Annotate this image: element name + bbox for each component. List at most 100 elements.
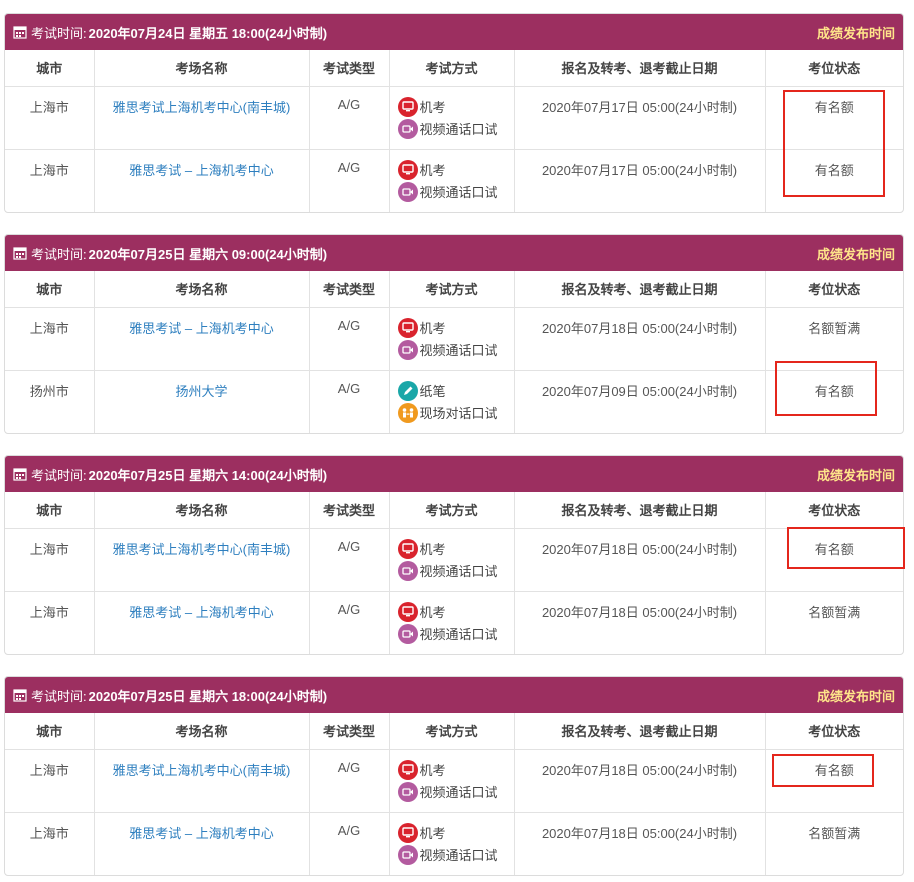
col-mode: 考试方式: [389, 50, 515, 87]
cell-type: A/G: [309, 528, 390, 592]
cell-type: A/G: [309, 749, 390, 813]
cell-deadline: 2020年07月17日 05:00(24小时制): [514, 149, 766, 212]
mode-label: 现场对话口试: [419, 406, 498, 421]
venue-link[interactable]: 雅思考试 – 上海机考中心: [129, 163, 273, 178]
computer-exam-icon: [397, 538, 418, 559]
result-release-link[interactable]: 成绩发布时间: [817, 244, 895, 263]
col-mode: 考试方式: [389, 271, 515, 308]
col-type: 考试类型: [309, 713, 390, 750]
cell-deadline: 2020年07月17日 05:00(24小时制): [514, 86, 766, 150]
col-city: 城市: [5, 50, 95, 87]
exam-time-label: 考试时间:: [31, 25, 87, 41]
calendar-icon: [13, 468, 27, 481]
result-release-link[interactable]: 成绩发布时间: [817, 686, 895, 705]
col-venue: 考场名称: [94, 492, 310, 529]
exam-session-4: 考试时间: 2020年07月25日 星期六 18:00(24小时制) 成绩发布时…: [4, 676, 904, 876]
exam-time-label: 考试时间:: [31, 467, 87, 483]
mode-label: 机考: [419, 605, 446, 620]
mode-label: 视频通话口试: [419, 122, 498, 137]
exam-time-value: 2020年07月25日 星期六 18:00(24小时制): [88, 688, 328, 704]
highlight-box: [783, 90, 885, 197]
col-type: 考试类型: [309, 492, 390, 529]
computer-exam-icon: [397, 96, 418, 117]
mode-label: 视频通话口试: [419, 343, 498, 358]
exam-session-1: 考试时间: 2020年07月24日 星期五 18:00(24小时制) 成绩发布时…: [4, 13, 904, 213]
cell-deadline: 2020年07月18日 05:00(24小时制): [514, 812, 766, 875]
session-table: 城市 考场名称 考试类型 考试方式 报名及转考、退考截止日期 考位状态 上海市 …: [5, 492, 903, 654]
computer-exam-icon: [397, 759, 418, 780]
session-header: 考试时间: 2020年07月24日 星期五 18:00(24小时制) 成绩发布时…: [5, 14, 903, 50]
venue-link[interactable]: 雅思考试上海机考中心(南丰城): [113, 100, 291, 115]
video-call-icon: [397, 118, 418, 139]
cell-type: A/G: [309, 370, 390, 433]
cell-city: 上海市: [5, 591, 95, 654]
venue-link[interactable]: 雅思考试上海机考中心(南丰城): [113, 542, 291, 557]
cell-city: 上海市: [5, 149, 95, 212]
venue-link[interactable]: 雅思考试 – 上海机考中心: [129, 321, 273, 336]
col-type: 考试类型: [309, 50, 390, 87]
venue-link[interactable]: 雅思考试 – 上海机考中心: [129, 605, 273, 620]
exam-session-2: 考试时间: 2020年07月25日 星期六 09:00(24小时制) 成绩发布时…: [4, 234, 904, 434]
cell-city: 扬州市: [5, 370, 95, 433]
face-to-face-icon: [397, 402, 418, 423]
col-deadline: 报名及转考、退考截止日期: [514, 713, 766, 750]
venue-link[interactable]: 雅思考试上海机考中心(南丰城): [113, 763, 291, 778]
table-row: 上海市 雅思考试上海机考中心(南丰城) A/G 机考 视频通话口试 2020年0…: [5, 528, 903, 592]
mode-label: 纸笔: [419, 384, 446, 399]
col-status: 考位状态: [765, 271, 903, 308]
mode-label: 视频通话口试: [419, 564, 498, 579]
col-status: 考位状态: [765, 492, 903, 529]
mode-label: 机考: [419, 763, 446, 778]
col-deadline: 报名及转考、退考截止日期: [514, 50, 766, 87]
col-venue: 考场名称: [94, 713, 310, 750]
col-status: 考位状态: [765, 50, 903, 87]
exam-time-label: 考试时间:: [31, 246, 87, 262]
video-call-icon: [397, 181, 418, 202]
mode-label: 机考: [419, 163, 446, 178]
exam-time-value: 2020年07月24日 星期五 18:00(24小时制): [88, 25, 328, 41]
col-city: 城市: [5, 492, 95, 529]
table-row: 上海市 雅思考试 – 上海机考中心 A/G 机考 视频通话口试 2020年07月…: [5, 149, 903, 212]
exam-session-3: 考试时间: 2020年07月25日 星期六 14:00(24小时制) 成绩发布时…: [4, 455, 904, 655]
col-venue: 考场名称: [94, 50, 310, 87]
cell-city: 上海市: [5, 307, 95, 371]
result-release-link[interactable]: 成绩发布时间: [817, 465, 895, 484]
cell-city: 上海市: [5, 86, 95, 150]
venue-link[interactable]: 扬州大学: [175, 384, 227, 399]
cell-deadline: 2020年07月18日 05:00(24小时制): [514, 528, 766, 592]
video-call-icon: [397, 339, 418, 360]
mode-label: 机考: [419, 100, 446, 115]
session-header: 考试时间: 2020年07月25日 星期六 09:00(24小时制) 成绩发布时…: [5, 235, 903, 271]
session-header: 考试时间: 2020年07月25日 星期六 18:00(24小时制) 成绩发布时…: [5, 677, 903, 713]
col-city: 城市: [5, 271, 95, 308]
highlight-box: [772, 754, 874, 787]
mode-label: 视频通话口试: [419, 848, 498, 863]
highlight-box: [775, 361, 877, 416]
table-row: 上海市 雅思考试 – 上海机考中心 A/G 机考 视频通话口试 2020年07月…: [5, 307, 903, 371]
col-deadline: 报名及转考、退考截止日期: [514, 492, 766, 529]
result-release-link[interactable]: 成绩发布时间: [817, 23, 895, 42]
mode-label: 机考: [419, 321, 446, 336]
table-row: 扬州市 扬州大学 A/G 纸笔 现场对话口试 2020年07月09日 05:00…: [5, 370, 903, 433]
cell-city: 上海市: [5, 812, 95, 875]
cell-deadline: 2020年07月18日 05:00(24小时制): [514, 307, 766, 371]
venue-link[interactable]: 雅思考试 – 上海机考中心: [129, 826, 273, 841]
cell-status: 名额暂满: [808, 825, 861, 841]
cell-type: A/G: [309, 812, 390, 875]
col-type: 考试类型: [309, 271, 390, 308]
col-mode: 考试方式: [389, 713, 515, 750]
col-status: 考位状态: [765, 713, 903, 750]
exam-time-value: 2020年07月25日 星期六 14:00(24小时制): [88, 467, 328, 483]
cell-type: A/G: [309, 307, 390, 371]
video-call-icon: [397, 560, 418, 581]
cell-type: A/G: [309, 86, 390, 150]
cell-deadline: 2020年07月18日 05:00(24小时制): [514, 749, 766, 813]
col-mode: 考试方式: [389, 492, 515, 529]
cell-city: 上海市: [5, 749, 95, 813]
session-header: 考试时间: 2020年07月25日 星期六 14:00(24小时制) 成绩发布时…: [5, 456, 903, 492]
mode-label: 视频通话口试: [419, 785, 498, 800]
mode-label: 机考: [419, 826, 446, 841]
highlight-box: [787, 527, 905, 569]
calendar-icon: [13, 247, 27, 260]
session-table: 城市 考场名称 考试类型 考试方式 报名及转考、退考截止日期 考位状态 上海市 …: [5, 50, 903, 212]
